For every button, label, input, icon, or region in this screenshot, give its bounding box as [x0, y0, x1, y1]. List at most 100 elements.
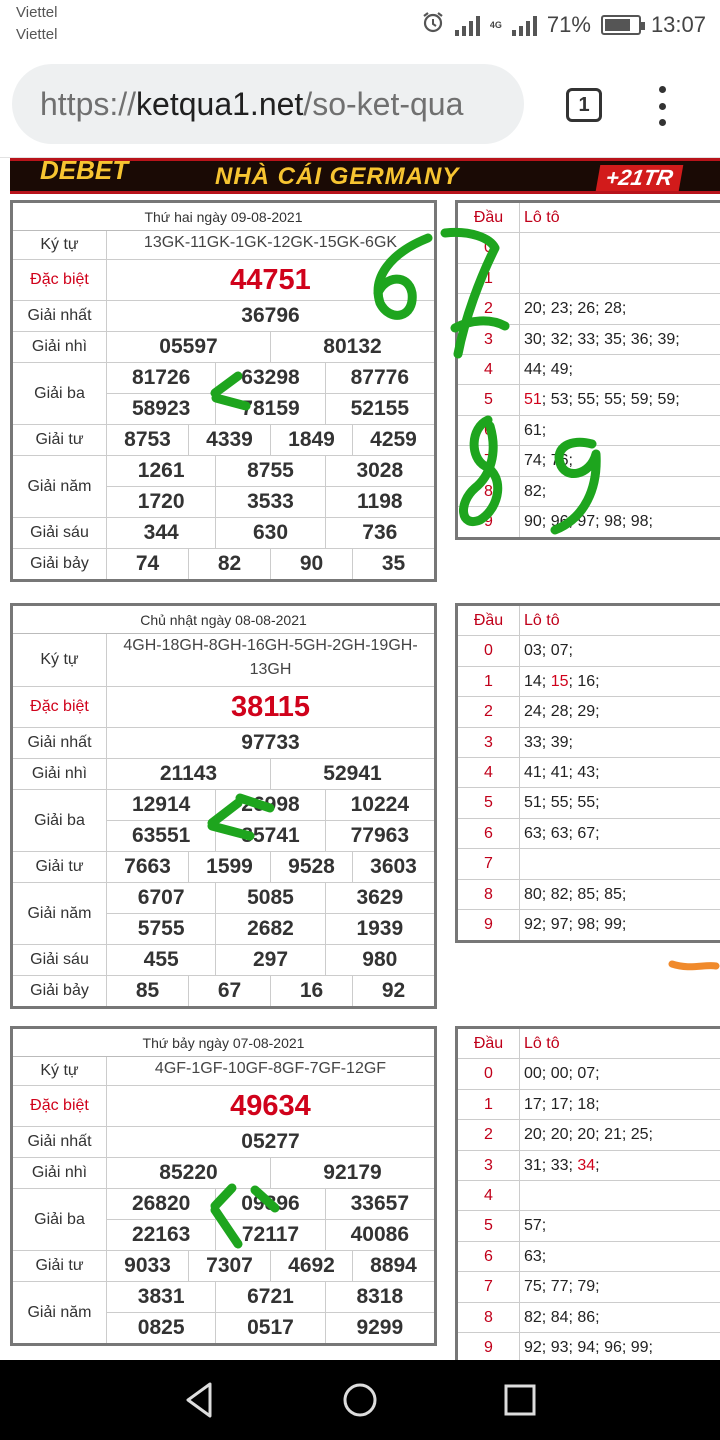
draw-date-header[interactable]: Chủ nhật ngày 08-08-2021 — [13, 606, 434, 634]
fifth-prize-label: Giải năm — [13, 883, 107, 944]
fourth-prize-label: Giải tư — [13, 425, 107, 455]
loto-head-digit: 7 — [458, 849, 520, 879]
fifth-prize-line: 0825 0517 9299 — [107, 1312, 434, 1343]
first-prize-label: Giải nhất — [13, 1127, 107, 1157]
third-prize-number: 81726 — [107, 363, 217, 393]
fourth-prize-row: Giải tư 9033 7307 4692 8894 — [13, 1251, 434, 1282]
loto-head-digit: 1 — [458, 1089, 520, 1120]
address-bar[interactable]: https://ketqua1.net/so-ket-qua — [12, 64, 524, 144]
loto-head-digit: 3 — [458, 727, 520, 757]
tab-switcher-button[interactable]: 1 — [566, 88, 602, 122]
ky-tu-label: Ký tự — [13, 634, 107, 686]
third-prize-number: 33657 — [350, 1192, 410, 1215]
fifth-prize-number: 8755 — [216, 456, 326, 486]
fourth-prize-number: 8894 — [370, 1254, 417, 1277]
loto-numbers-label: Lô tô — [524, 209, 560, 226]
loto-numbers: 75; 77; 79; — [520, 1272, 600, 1301]
second-prize-row: Giải nhì 85220 92179 — [13, 1158, 434, 1189]
fifth-prize-number: 1720 — [107, 487, 217, 517]
loto-numbers: 33; 39; — [520, 728, 573, 757]
loto-row: 3 33; 39; — [458, 727, 720, 758]
loto-numbers: 63; — [520, 1242, 546, 1271]
loto-head-digit: 7 — [458, 1272, 520, 1302]
ky-tu-number: 13GK-11GK-1GK-12GK-15GK-6GK — [143, 234, 398, 251]
sixth-prize-line: 455 297 980 — [107, 945, 434, 975]
fifth-prize-line: 6707 5085 3629 — [107, 883, 434, 913]
fifth-prize-line: 1261 8755 3028 — [107, 456, 434, 486]
first-prize-number: 36796 — [241, 304, 300, 327]
loto-head-digit: 2 — [458, 1120, 520, 1150]
special-prize-line: 49634 — [107, 1086, 434, 1126]
loto-head-digit: 0 — [458, 1059, 520, 1089]
loto-head-digit: 0 — [458, 233, 520, 263]
special-prize-label: Đặc biệt — [13, 687, 107, 727]
loto-row: 1 — [458, 263, 720, 295]
third-prize-row: Giải ba 12914 26998 10224 63551 85741 77963 — [13, 790, 434, 852]
back-button[interactable] — [178, 1378, 222, 1422]
third-prize-line: 22163 72117 40086 — [107, 1219, 434, 1250]
sixth-prize-label: Giải sáu — [13, 518, 107, 548]
loto-header: Đầu Lô tô — [458, 606, 720, 637]
seventh-prize-number: 16 — [271, 976, 353, 1006]
third-prize-line: 26820 09896 33657 — [107, 1189, 434, 1219]
seventh-prize-number: 85 — [107, 976, 189, 1006]
first-prize-values: 97733 — [107, 728, 434, 758]
loto-row: 7 74; 76; — [458, 446, 720, 477]
fifth-prize-number: 9299 — [356, 1316, 404, 1339]
loto-numbers: 31; 33; 34; — [520, 1151, 600, 1180]
ky-tu-values: 4GF-1GF-10GF-8GF-7GF-12GF — [107, 1057, 434, 1085]
loto-row: 2 20; 23; 26; 28; — [458, 294, 720, 325]
loto-row: 1 17; 17; 18; — [458, 1089, 720, 1121]
loto-numbers: 03; 07; — [520, 636, 573, 665]
loto-numbers: 20; 23; 26; 28; — [520, 294, 626, 323]
ky-tu-number: 4GF-1GF-10GF-8GF-7GF-12GF — [154, 1060, 387, 1077]
loto-numbers: 51; 53; 55; 55; 59; 59; — [520, 385, 680, 414]
fourth-prize-number: 8753 — [107, 425, 189, 455]
fourth-prize-line: 7663 1599 9528 3603 — [107, 852, 434, 882]
loto-head-digit: 8 — [458, 1302, 520, 1332]
loto-numbers: 51; 55; 55; — [520, 788, 600, 817]
ky-tu-row: Ký tự 13GK-11GK-1GK-12GK-15GK-6GK — [13, 231, 434, 260]
loto-number: 44; 49; — [524, 360, 573, 378]
first-prize-row: Giải nhất 97733 — [13, 728, 434, 759]
ky-tu-values: 4GH-18GH-8GH-16GH-5GH-2GH-19GH-13GH — [107, 634, 434, 686]
seventh-prize-label: Giải bảy — [13, 976, 107, 1006]
loto-row: 4 44; 49; — [458, 354, 720, 386]
special-prize-number: 49634 — [230, 1090, 311, 1122]
loto-numbers: 82; — [520, 477, 546, 506]
fifth-prize-row: Giải năm 6707 5085 3629 5755 2682 1939 — [13, 883, 434, 945]
loto-numbers: 92; 97; 98; 99; — [520, 910, 626, 940]
result-table: Chủ nhật ngày 08-08-2021 Ký tự 4GH-18GH-8G… — [10, 603, 437, 1009]
fifth-prize-line: 1720 3533 1198 — [107, 486, 434, 517]
loto-row: 7 — [458, 849, 720, 880]
second-prize-values: 85220 92179 — [107, 1158, 434, 1188]
seventh-prize-number: 74 — [107, 549, 189, 579]
loto-number: 74; 76; — [524, 452, 573, 470]
battery-icon — [600, 15, 645, 35]
second-prize-label: Giải nhì — [13, 332, 107, 362]
special-prize-number: 44751 — [230, 264, 311, 296]
draw-date-header[interactable]: Thứ bảy ngày 07-08-2021 — [13, 1029, 434, 1057]
sixth-prize-number: 630 — [216, 518, 326, 548]
second-prize-line: 21143 52941 — [107, 759, 434, 789]
third-prize-number: 22163 — [107, 1220, 217, 1250]
ky-tu-line: 4GH-18GH-8GH-16GH-5GH-2GH-19GH-13GH — [107, 634, 434, 686]
sixth-prize-number: 736 — [362, 521, 398, 544]
home-button[interactable] — [338, 1378, 382, 1422]
seventh-prize-values: 85 67 16 92 — [107, 976, 434, 1006]
draw-date-header[interactable]: Thứ hai ngày 09-08-2021 — [13, 203, 434, 231]
loto-row: 5 57; — [458, 1211, 720, 1242]
seventh-prize-values: 74 82 90 35 — [107, 549, 434, 579]
overflow-menu-icon[interactable] — [656, 86, 668, 126]
loto-number: 80; 82; 85; 85; — [524, 885, 627, 903]
recents-button[interactable] — [498, 1378, 542, 1422]
fifth-prize-number: 3831 — [107, 1282, 217, 1312]
fourth-prize-number: 1849 — [271, 425, 353, 455]
banner-bonus: +21TR — [595, 165, 683, 191]
loto-numbers: 80; 82; 85; 85; — [520, 880, 626, 909]
third-prize-number: 09896 — [216, 1189, 326, 1219]
seventh-prize-line: 74 82 90 35 — [107, 549, 434, 579]
loto-head-digit: 2 — [458, 697, 520, 727]
ad-banner[interactable]: DEBET NHÀ CÁI GERMANY +21TR — [10, 158, 720, 194]
third-prize-row: Giải ba 81726 63298 87776 58923 78159 52155 — [13, 363, 434, 425]
